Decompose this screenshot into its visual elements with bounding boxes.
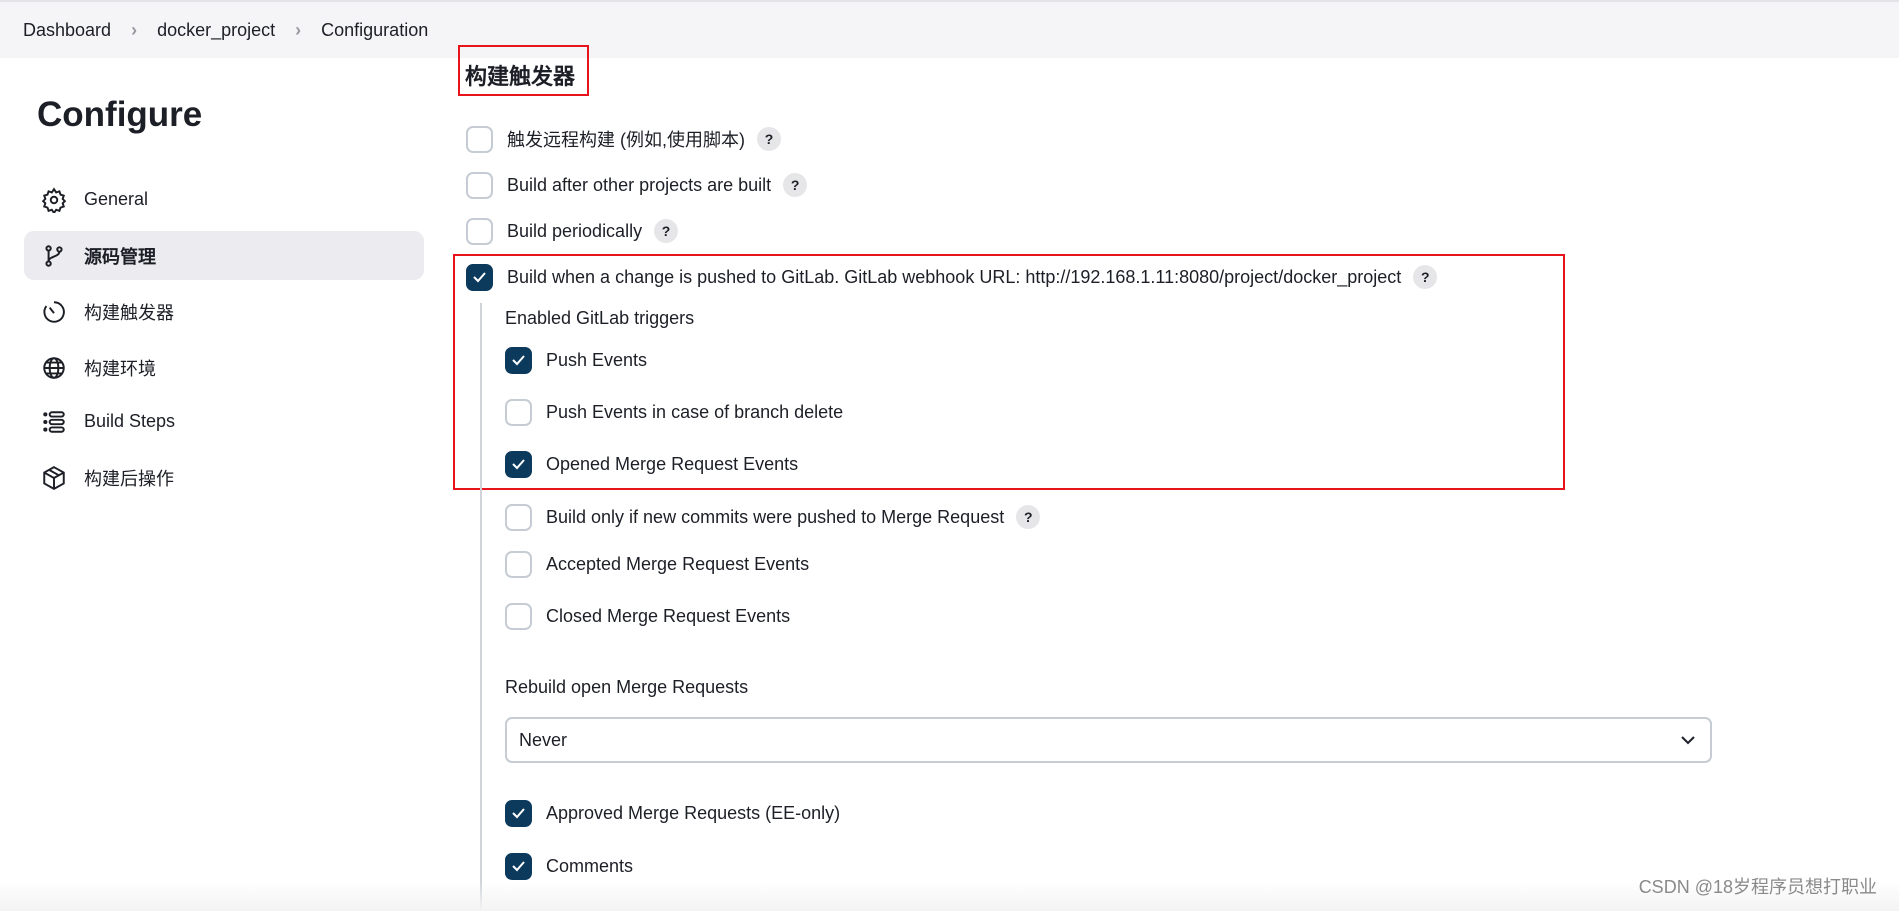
trigger-option[interactable]: 触发远程构建 (例如,使用脚本)? bbox=[466, 124, 781, 154]
breadcrumb: Dashboard › docker_project › Configurati… bbox=[0, 0, 1899, 58]
checkbox[interactable] bbox=[505, 799, 532, 827]
help-icon[interactable]: ? bbox=[654, 219, 679, 243]
sidebar-item-label: Build Steps bbox=[84, 411, 176, 431]
chevron-right-icon: › bbox=[295, 19, 302, 40]
breadcrumb-configuration[interactable]: Configuration bbox=[321, 20, 428, 41]
sidebar-item-label: General bbox=[84, 189, 149, 209]
checkbox[interactable] bbox=[505, 602, 532, 630]
rebuild-select[interactable]: Never bbox=[505, 717, 1712, 763]
checkbox[interactable] bbox=[466, 171, 493, 199]
timer-icon bbox=[43, 300, 65, 323]
list-icon bbox=[43, 410, 65, 433]
gear-icon bbox=[41, 186, 67, 213]
checkbox-label: Build periodically bbox=[507, 220, 643, 241]
checkbox[interactable] bbox=[505, 852, 532, 880]
sidebar-item-environment[interactable]: 构建环境 bbox=[24, 343, 424, 392]
checkbox[interactable] bbox=[466, 217, 493, 245]
package-icon bbox=[43, 465, 65, 490]
sidebar-item-general[interactable]: General bbox=[24, 175, 424, 224]
globe-icon bbox=[43, 356, 65, 379]
checkbox[interactable] bbox=[505, 503, 532, 531]
bottom-shade bbox=[0, 881, 1899, 911]
checkbox[interactable] bbox=[505, 550, 532, 578]
gitlab-trigger-option[interactable]: Comments bbox=[505, 851, 633, 881]
gitlab-trigger-option[interactable]: Accepted Merge Request Events bbox=[505, 549, 809, 579]
gitlab-trigger-option[interactable]: Approved Merge Requests (EE-only) bbox=[505, 798, 840, 828]
section-title: 构建触发器 bbox=[465, 64, 576, 89]
help-icon[interactable]: ? bbox=[1016, 505, 1041, 529]
checkbox-label: Build only if new commits were pushed to… bbox=[546, 506, 1005, 527]
sidebar-item-label: 构建触发器 bbox=[84, 302, 174, 323]
section-divider bbox=[480, 303, 482, 911]
highlight-box bbox=[453, 254, 1565, 490]
checkbox-label: 触发远程构建 (例如,使用脚本) bbox=[507, 130, 745, 150]
checkbox-label: Approved Merge Requests (EE-only) bbox=[546, 802, 841, 823]
help-icon[interactable]: ? bbox=[757, 127, 781, 151]
rebuild-select-value: Never bbox=[519, 729, 568, 750]
sidebar-item-source[interactable]: 源码管理 bbox=[24, 231, 424, 280]
check-icon bbox=[512, 808, 525, 819]
checkbox-label: Comments bbox=[546, 855, 634, 876]
sidebar-item-label: 源码管理 bbox=[84, 246, 156, 267]
chevron-right-icon: › bbox=[131, 19, 138, 40]
sidebar-item-triggers[interactable]: 构建触发器 bbox=[24, 287, 424, 336]
rebuild-label: Rebuild open Merge Requests bbox=[505, 677, 749, 697]
checkbox-label: Build after other projects are built bbox=[507, 174, 772, 195]
sidebar-item-post-build[interactable]: 构建后操作 bbox=[24, 453, 424, 502]
check-icon bbox=[512, 861, 525, 872]
sidebar-item-label: 构建后操作 bbox=[84, 468, 174, 489]
checkbox[interactable] bbox=[466, 125, 493, 153]
gitlab-trigger-option[interactable]: Build only if new commits were pushed to… bbox=[505, 502, 1041, 532]
help-icon[interactable]: ? bbox=[783, 173, 808, 197]
branch-icon bbox=[45, 244, 63, 267]
checkbox-label: Closed Merge Request Events bbox=[546, 605, 791, 626]
trigger-option[interactable]: Build periodically? bbox=[466, 216, 679, 246]
checkbox-label: Accepted Merge Request Events bbox=[546, 553, 810, 574]
enabled-gitlab-triggers-label: Enabled GitLab triggers bbox=[505, 308, 695, 328]
breadcrumb-project[interactable]: docker_project bbox=[157, 20, 275, 41]
sidebar-item-label: 构建环境 bbox=[84, 358, 156, 379]
sidebar-item-build-steps[interactable]: Build Steps bbox=[24, 397, 424, 446]
watermark: CSDN @18岁程序员想打职业 bbox=[1638, 877, 1877, 897]
gitlab-trigger-option[interactable]: Closed Merge Request Events bbox=[505, 601, 790, 631]
page-title: Configure bbox=[37, 95, 203, 134]
chevron-down-icon bbox=[1681, 736, 1695, 745]
breadcrumb-dashboard[interactable]: Dashboard bbox=[23, 20, 111, 41]
trigger-option[interactable]: Build after other projects are built? bbox=[466, 170, 808, 200]
